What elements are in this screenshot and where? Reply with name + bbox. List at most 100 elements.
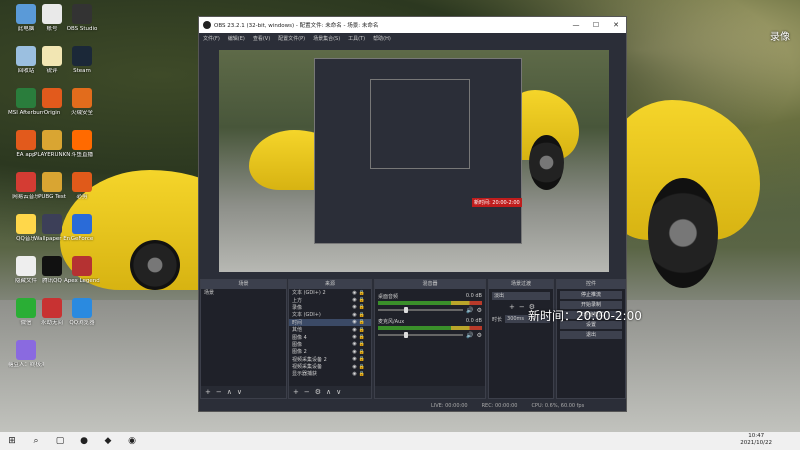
app-icon (42, 298, 62, 318)
status-bar: LIVE: 00:00:00 REC: 00:00:00 CPU: 0.6%, … (199, 401, 626, 411)
source-toolbar-button[interactable]: + (293, 388, 299, 396)
window-title: OBS 23.2.1 (32-bit, windows) - 配置文件: 未命名… (214, 23, 379, 29)
source-item[interactable]: 图像 4 ◉🔒 (289, 333, 371, 341)
desktop-icon[interactable]: OBS Studio (64, 4, 100, 33)
menu-item[interactable]: 查看(V) (253, 35, 270, 42)
add-transition-button[interactable]: + (509, 303, 515, 311)
source-item[interactable]: 显示器捕获 ◉🔒 (289, 370, 371, 378)
scenes-dock: 场景 场景 + − ∧ ∨ (200, 279, 287, 399)
transitions-header: 场景过渡 (489, 280, 553, 289)
nested-obs-preview (314, 58, 522, 244)
source-item[interactable]: 上方 ◉🔒 (289, 296, 371, 304)
search-icon[interactable]: ⌕ (24, 432, 48, 450)
obs-taskbar-icon[interactable]: ● (72, 432, 96, 450)
desktop-icon-label: 斗鱼直播 (70, 152, 93, 158)
app-icon (16, 130, 36, 150)
transition-select[interactable]: 淡出 (492, 292, 550, 300)
source-item[interactable]: 文本 (GDI+) 2 ◉🔒 (289, 289, 371, 297)
control-button[interactable]: 退出 (560, 331, 622, 339)
scene-toolbar-button[interactable]: + (205, 388, 211, 396)
start-button[interactable]: ⊞ (0, 432, 24, 450)
source-name: 文本 (GDI+) 2 (292, 290, 326, 297)
scene-toolbar-button[interactable]: ∧ (227, 388, 232, 396)
menu-item[interactable]: 配置文件(P) (278, 35, 305, 42)
visibility-lock-icons[interactable]: ◉🔒 (352, 371, 371, 377)
sources-dock: 来源 文本 (GDI+) 2 ◉🔒 上方 ◉🔒 录像 ◉🔒 文本 (GDI+) ◉🔒 时间 ◉🔒 其… (288, 279, 372, 399)
app-icon (72, 88, 92, 108)
mixer-channel-header: 桌面音频 0.0 dB (375, 293, 485, 300)
scene-toolbar-button[interactable]: ∨ (237, 388, 242, 396)
source-toolbar-button[interactable]: − (304, 388, 310, 396)
source-toolbar-button[interactable]: ∨ (336, 388, 341, 396)
menu-item[interactable]: 文件(F) (203, 35, 220, 42)
source-name: 视频采集设备 2 (292, 356, 327, 363)
source-toolbar-button[interactable]: ∧ (326, 388, 331, 396)
minimize-button[interactable]: — (566, 21, 586, 29)
speaker-icon[interactable]: 🔊 (466, 307, 473, 314)
source-name: 上方 (292, 297, 303, 304)
menu-item[interactable]: 场景集合(S) (313, 35, 340, 42)
desktop-icon[interactable]: GeForce (64, 214, 100, 243)
channel-settings-icon[interactable]: ⚙ (477, 332, 482, 339)
preview-canvas[interactable]: 新时间: 20:00-2:00 (219, 50, 609, 272)
source-item[interactable]: 图像 ◉🔒 (289, 341, 371, 348)
desktop-icon-label: Steam (73, 68, 91, 74)
app-taskbar-icon[interactable]: ◆ (96, 432, 120, 450)
visibility-lock-icons[interactable]: ◉🔒 (352, 327, 371, 333)
menu-item[interactable]: 帮助(H) (373, 35, 391, 42)
source-item[interactable]: 其他 ◉🔒 (289, 326, 371, 334)
desktop-icon[interactable]: 斗鱼直播 (64, 130, 100, 159)
desktop-icon[interactable]: 火绒安全 (64, 88, 100, 117)
source-item[interactable]: 视频采集设备 2 ◉🔒 (289, 356, 371, 363)
volume-meter (378, 326, 482, 330)
source-item[interactable]: 文本 (GDI+) ◉🔒 (289, 311, 371, 319)
visibility-lock-icons[interactable]: ◉🔒 (352, 297, 371, 303)
time-overlay-text: 新时间：20:00-2:00 (528, 309, 642, 323)
desktop-icon-label: 糖豆人：终极淘汰赛 (8, 362, 44, 368)
desktop-icon-label: 火绒安全 (70, 110, 93, 116)
task-view-icon[interactable]: ▢ (48, 432, 72, 450)
close-button[interactable]: ✕ (606, 21, 626, 29)
app-icon (42, 256, 62, 276)
visibility-lock-icons[interactable]: ◉🔒 (352, 290, 371, 296)
visibility-lock-icons[interactable]: ◉🔒 (352, 334, 371, 340)
source-item[interactable]: 时间 ◉🔒 (289, 318, 371, 326)
visibility-lock-icons[interactable]: ◉🔒 (352, 364, 371, 370)
obs-titlebar[interactable]: OBS 23.2.1 (32-bit, windows) - 配置文件: 未命名… (199, 17, 626, 33)
desktop-icon[interactable]: 必剪 (64, 172, 100, 201)
control-button[interactable]: 停止推流 (560, 291, 622, 299)
speaker-icon[interactable]: 🔊 (466, 332, 473, 339)
visibility-lock-icons[interactable]: ◉🔒 (352, 304, 371, 310)
visibility-lock-icons[interactable]: ◉🔒 (352, 312, 371, 318)
menu-item[interactable]: 编辑(E) (228, 35, 245, 42)
live-status: LIVE: 00:00:00 (431, 403, 468, 409)
desktop-icon[interactable]: QQ浏览器 (64, 298, 100, 327)
taskbar-clock[interactable]: 10:47 2021/10/22 (740, 433, 772, 447)
menu-item[interactable]: 工具(T) (348, 35, 365, 42)
desktop-icon[interactable]: Steam (64, 46, 100, 75)
scene-item[interactable]: 场景 (201, 289, 286, 296)
source-item[interactable]: 视频采集设备 ◉🔒 (289, 363, 371, 371)
remove-transition-button[interactable]: − (519, 303, 525, 311)
desktop-icon[interactable]: Apex Legends (64, 256, 100, 285)
source-item[interactable]: 录像 ◉🔒 (289, 304, 371, 311)
source-name: 显示器捕获 (292, 371, 318, 378)
controls-header: 控件 (557, 280, 625, 289)
app2-taskbar-icon[interactable]: ◉ (120, 432, 144, 450)
obs-window[interactable]: OBS 23.2.1 (32-bit, windows) - 配置文件: 未命名… (198, 16, 627, 412)
volume-slider[interactable] (378, 307, 464, 313)
visibility-lock-icons[interactable]: ◉🔒 (352, 341, 371, 347)
volume-slider[interactable] (378, 332, 464, 338)
app-icon (42, 46, 62, 66)
source-toolbar-button[interactable]: ⚙ (315, 388, 321, 396)
channel-db: 0.0 dB (465, 318, 482, 324)
visibility-lock-icons[interactable]: ◉🔒 (352, 356, 371, 362)
visibility-lock-icons[interactable]: ◉🔒 (352, 349, 371, 355)
volume-row: 🔊 ⚙ (375, 331, 485, 339)
channel-settings-icon[interactable]: ⚙ (477, 307, 482, 314)
scene-toolbar-button[interactable]: − (216, 388, 222, 396)
maximize-button[interactable]: ☐ (586, 21, 606, 29)
source-item[interactable]: 图像 2 ◉🔒 (289, 348, 371, 356)
visibility-lock-icons[interactable]: ◉🔒 (352, 319, 371, 325)
desktop-icon[interactable]: 糖豆人：终极淘汰赛 (8, 340, 44, 369)
